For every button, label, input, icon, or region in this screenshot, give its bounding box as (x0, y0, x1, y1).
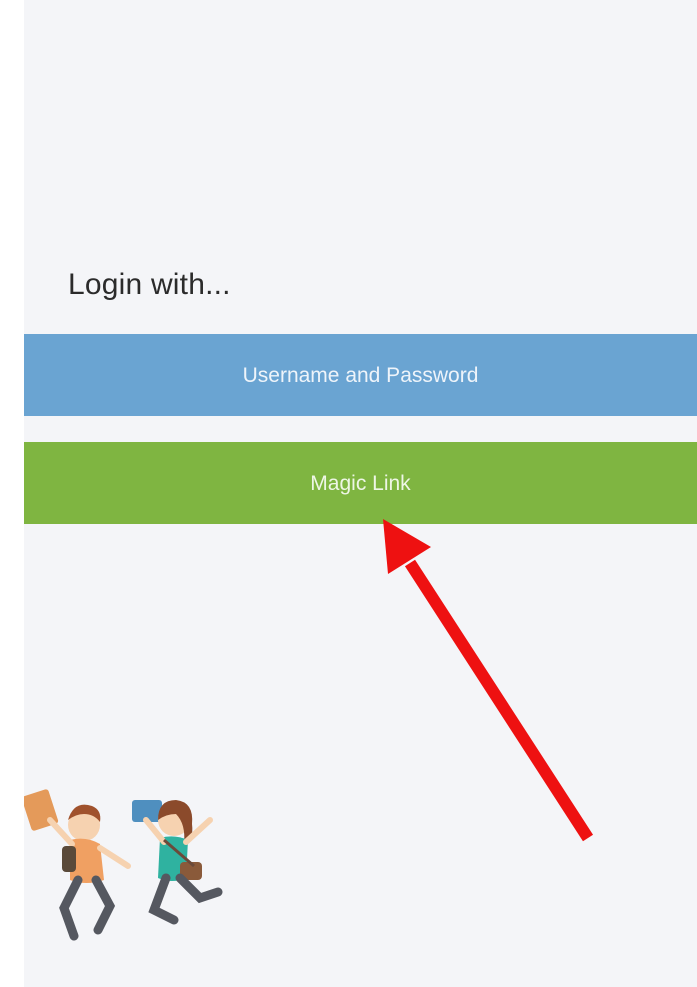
magic-link-button[interactable]: Magic Link (24, 442, 697, 524)
username-password-button[interactable]: Username and Password (24, 334, 697, 416)
login-heading: Login with... (68, 268, 231, 301)
jumping-students-illustration-icon (24, 789, 223, 941)
